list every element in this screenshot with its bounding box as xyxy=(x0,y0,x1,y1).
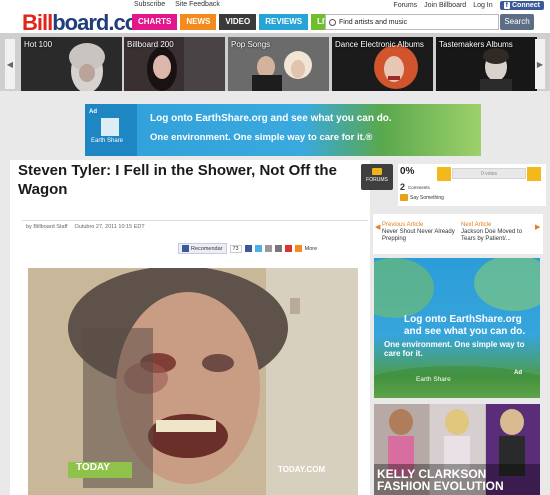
next-article-link[interactable]: Next Article Jackson Doe Moved to Tears … xyxy=(461,222,536,243)
facebook-icon xyxy=(182,245,189,252)
add-icon[interactable] xyxy=(294,245,302,252)
carousel-item-tastemakers[interactable]: Tastemakers Albums xyxy=(436,37,537,91)
article-navigation: ◀ Previous Article Never Shout Never Alr… xyxy=(373,214,543,254)
prev-arrow-icon[interactable]: ◀ xyxy=(375,223,380,231)
tab-news[interactable]: NEWS xyxy=(180,14,217,30)
carousel-prev-arrow-icon[interactable]: ◀ xyxy=(5,39,15,89)
carousel-item-hot-100[interactable]: Hot 100 xyxy=(21,37,122,91)
subscribe-link[interactable]: Subscribe xyxy=(134,1,165,8)
more-share-link[interactable]: More xyxy=(305,246,318,252)
kelly-clarkson-promo[interactable]: KELLY CLARKSON FASHION EVOLUTION xyxy=(374,404,540,495)
social-share-bar: Recomendar 73 More xyxy=(178,243,317,254)
earthshare-banner-ad[interactable]: Ad Earth Share Log onto EarthShare.org a… xyxy=(85,104,481,156)
account-links: Forums Join Billboard Log In f Connect xyxy=(393,1,544,10)
join-link[interactable]: Join Billboard xyxy=(424,2,466,9)
pencil-icon[interactable] xyxy=(437,167,451,181)
say-something-link[interactable]: Say Something xyxy=(400,194,444,201)
tab-video[interactable]: VIDEO xyxy=(219,14,257,30)
forums-button[interactable]: FORUMS xyxy=(361,164,393,190)
share-icon[interactable] xyxy=(284,245,292,252)
divider xyxy=(22,220,368,221)
byline: by Billboard Staff Outubro 27, 2011 10:15… xyxy=(26,224,145,230)
search-icon xyxy=(329,18,336,26)
author: by Billboard Staff xyxy=(26,224,68,230)
print-icon[interactable] xyxy=(274,245,282,252)
facebook-recommend-button[interactable]: Recomendar xyxy=(178,243,227,254)
main-nav: CHARTS NEWS VIDEO REVIEWS LIVE xyxy=(132,14,341,30)
utility-links: Subscribe Site Feedback xyxy=(134,1,228,8)
comment-label[interactable]: Comments xyxy=(408,185,430,190)
login-link[interactable]: Log In xyxy=(473,2,492,9)
article-headline: Steven Tyler: I Fell in the Shower, Not … xyxy=(18,162,337,198)
email-icon[interactable] xyxy=(264,245,272,252)
carousel-item-billboard-200[interactable]: Billboard 200 xyxy=(124,37,225,91)
today-logo: TODAY xyxy=(76,462,110,473)
tab-reviews[interactable]: REVIEWS xyxy=(259,14,309,30)
search-input[interactable]: Find artists and music xyxy=(325,14,499,30)
facebook-icon: f xyxy=(503,2,510,9)
facebook-share-icon[interactable] xyxy=(244,245,252,252)
article-photo[interactable]: TODAY TODAY.COM xyxy=(28,268,358,495)
rating-bar[interactable]: 0 votes xyxy=(452,168,526,179)
today-url: TODAY.COM xyxy=(278,465,326,474)
carousel-next-arrow-icon[interactable]: ▶ xyxy=(535,39,545,89)
comment-bubble-icon xyxy=(400,194,408,201)
previous-article-link[interactable]: Previous Article Never Shout Never Alrea… xyxy=(382,222,457,243)
comment-count: 2 xyxy=(400,182,406,192)
search-button[interactable]: Search xyxy=(500,14,534,30)
chart-carousel: ◀ Hot 100 Billboard 200 Pop Songs Dance … xyxy=(0,33,550,91)
earthshare-sidebar-ad[interactable]: Log onto EarthShare.org and see what you… xyxy=(374,258,540,398)
twitter-icon[interactable] xyxy=(254,245,262,252)
recommend-count: 73 xyxy=(229,244,242,253)
carousel-item-pop-songs[interactable]: Pop Songs xyxy=(228,37,329,91)
promo-title: KELLY CLARKSON FASHION EVOLUTION xyxy=(377,467,504,493)
steven-tyler-photo xyxy=(28,268,358,495)
forums-bubble-icon xyxy=(372,168,382,175)
rating-star-icon[interactable] xyxy=(527,167,541,181)
tab-charts[interactable]: CHARTS xyxy=(132,14,178,30)
forums-link[interactable]: Forums xyxy=(393,2,417,9)
rating-percent: 0% xyxy=(400,166,415,177)
rating-widget: 0% 0 votes 2 Comments Say Something xyxy=(398,164,546,206)
search-placeholder: Find artists and music xyxy=(339,18,408,26)
site-feedback-link[interactable]: Site Feedback xyxy=(175,1,220,8)
facebook-connect-button[interactable]: f Connect xyxy=(499,1,544,10)
next-arrow-icon[interactable]: ▶ xyxy=(535,223,540,231)
carousel-item-dance-electronic[interactable]: Dance Electronic Albums xyxy=(332,37,433,91)
publish-date: Outubro 27, 2011 10:15 EDT xyxy=(74,224,145,230)
